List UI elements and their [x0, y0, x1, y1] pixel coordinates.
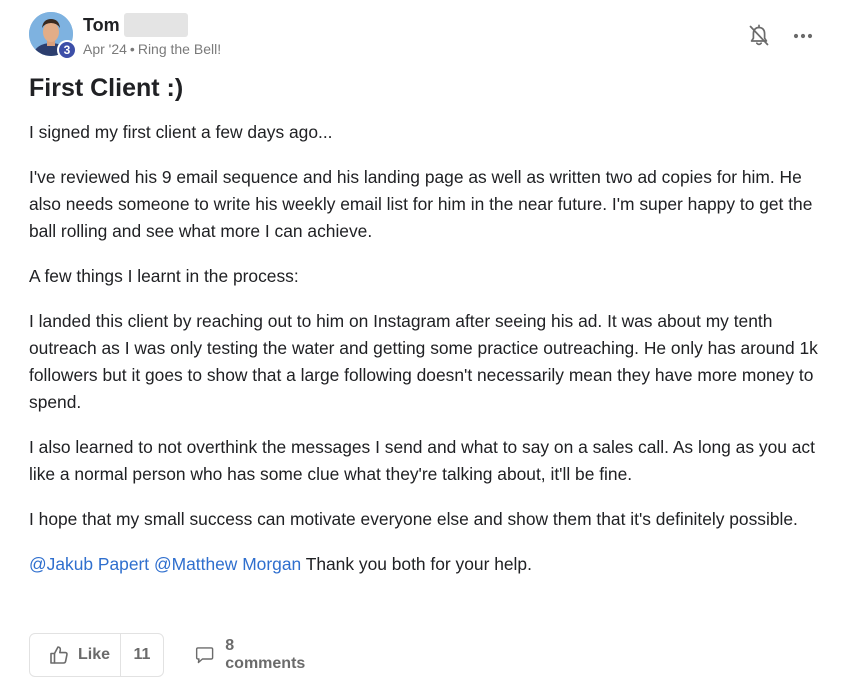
post-paragraph: A few things I learnt in the process:: [29, 266, 299, 286]
notifications-toggle-button[interactable]: [746, 23, 772, 49]
comments-button[interactable]: 8 comments: [194, 633, 308, 677]
post-meta: Apr '24 • Ring the Bell!: [83, 41, 221, 57]
mention-link[interactable]: @Matthew Morgan: [154, 554, 301, 574]
comment-icon: [195, 647, 214, 664]
post-paragraph: I signed my first client a few days ago.…: [29, 122, 333, 142]
comments-label: 8 comments: [225, 637, 306, 672]
thumbs-up-icon: [50, 646, 68, 664]
post-closing: @Jakub Papert @Matthew Morgan Thank you …: [29, 551, 834, 578]
post-title: First Client :): [29, 74, 184, 102]
post-body: I signed my first client a few days ago.…: [29, 119, 834, 596]
post-category[interactable]: Ring the Bell!: [138, 41, 221, 57]
meta-separator: •: [129, 41, 135, 57]
post-paragraph: I hope that my small success can motivat…: [29, 509, 798, 529]
mention-link[interactable]: @Jakub Papert: [29, 554, 149, 574]
author-name[interactable]: Tom: [83, 15, 120, 36]
post-paragraph: I landed this client by reaching out to …: [29, 311, 818, 412]
level-badge: 3: [57, 40, 77, 60]
closing-text: Thank you both for your help.: [305, 554, 532, 574]
post-date[interactable]: Apr '24: [83, 41, 127, 57]
author-avatar[interactable]: 3: [29, 12, 77, 60]
post-paragraph: I've reviewed his 9 email sequence and h…: [29, 167, 813, 241]
like-count[interactable]: 11: [121, 646, 163, 664]
post-options-button[interactable]: [789, 23, 817, 49]
like-control: Like 11: [29, 633, 164, 677]
post-header: 3 Tom Apr '24 • Ring the Bell!: [29, 12, 829, 60]
post-paragraph: I also learned to not overthink the mess…: [29, 437, 815, 484]
more-horizontal-icon: [793, 33, 813, 39]
bell-off-icon: [749, 24, 769, 46]
like-label: Like: [78, 646, 111, 663]
like-button[interactable]: Like: [30, 634, 121, 676]
redacted-surname: [124, 13, 188, 37]
